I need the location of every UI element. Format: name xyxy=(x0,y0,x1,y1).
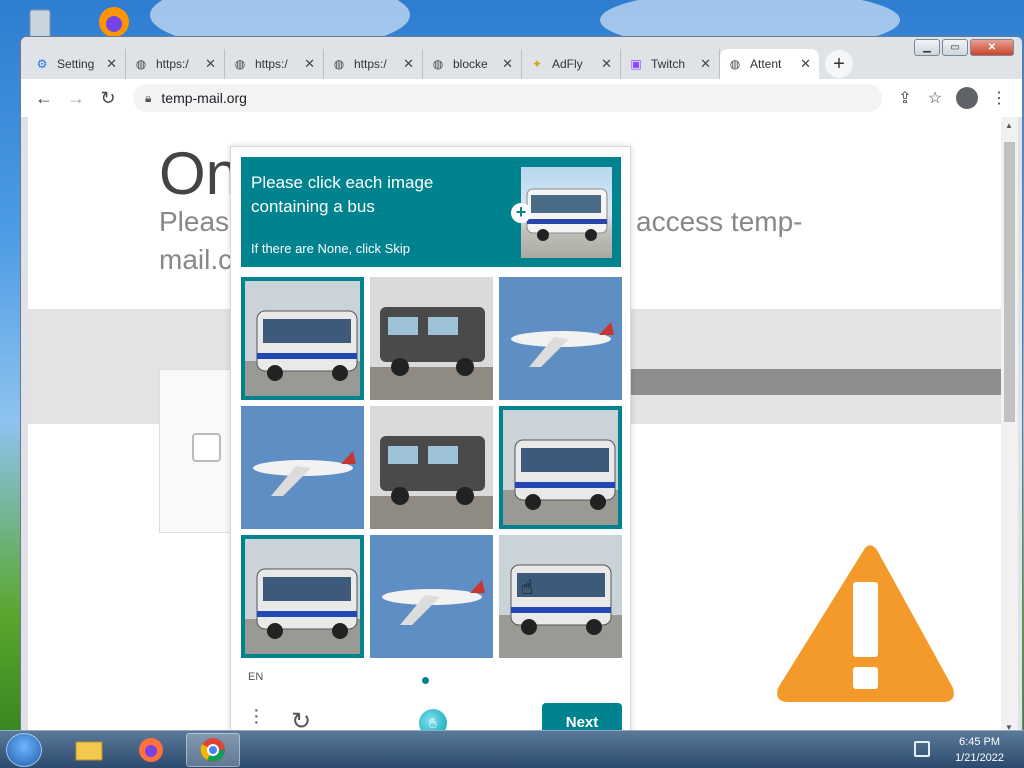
challenge-image-airplane[interactable] xyxy=(499,277,622,400)
tab-label: AdFly xyxy=(552,57,583,71)
tab-close-icon[interactable]: ✕ xyxy=(205,56,216,72)
explorer-taskbar-icon[interactable] xyxy=(62,733,116,767)
tab-close-icon[interactable]: ✕ xyxy=(700,56,711,72)
tab-close-icon[interactable]: ✕ xyxy=(502,56,513,72)
challenge-image-bus[interactable] xyxy=(241,277,364,400)
tab-label: https:/ xyxy=(255,57,288,71)
menu-kebab-icon[interactable]: ⋮ xyxy=(984,83,1014,113)
minimize-button[interactable]: ▁ xyxy=(914,39,940,56)
challenge-image-train[interactable] xyxy=(370,406,493,529)
tab-strip: ⚙ Setting ✕ ◍ https:/ ✕ ◍ https:/ ✕ ◍ https:/ ✕ ◍ blo… xyxy=(27,47,853,79)
system-clock[interactable]: 6:45 PM 1/21/2022 xyxy=(955,734,1004,766)
scroll-thumb[interactable] xyxy=(1004,142,1015,422)
example-bus-image[interactable] xyxy=(521,167,612,258)
clock-time: 6:45 PM xyxy=(959,736,1001,748)
tab-label: Attent xyxy=(750,57,782,71)
page-gray-bar xyxy=(608,369,1001,395)
browser-tab[interactable]: ⚙ Setting ✕ xyxy=(27,49,126,79)
close-window-button[interactable]: ✕ xyxy=(970,39,1014,56)
firefox-desktop-icon[interactable] xyxy=(96,4,132,40)
tab-close-icon[interactable]: ✕ xyxy=(403,56,414,72)
recycle-bin-icon[interactable] xyxy=(22,4,58,40)
browser-tab[interactable]: ✦ AdFly ✕ xyxy=(522,49,621,79)
challenge-image-airplane[interactable] xyxy=(241,406,364,529)
url-text: temp-mail.org xyxy=(161,90,247,106)
page-scrollbar[interactable]: ▲ ▼ xyxy=(1001,117,1018,735)
browser-tab[interactable]: ◍ Attent ✕ xyxy=(720,49,819,79)
menu-dots-icon[interactable]: · · · xyxy=(253,700,260,732)
tab-label: Setting xyxy=(57,57,95,71)
globe-icon: ◍ xyxy=(729,57,741,71)
browser-tab[interactable]: ◍ https:/ ✕ xyxy=(324,49,423,79)
challenge-hint: If there are None, click Skip xyxy=(251,241,410,256)
maximize-button[interactable]: ▭ xyxy=(942,39,968,56)
subtitle-line2: mail.c xyxy=(159,244,233,275)
page-indicator-dot xyxy=(422,677,429,684)
browser-tab[interactable]: ◍ blocke ✕ xyxy=(423,49,522,79)
tab-close-icon[interactable]: ✕ xyxy=(800,56,811,72)
challenge-image-grid xyxy=(241,277,622,658)
challenge-title: Please click each image containing a bus xyxy=(251,173,434,216)
new-tab-button[interactable]: + xyxy=(825,50,853,78)
forward-button[interactable]: → xyxy=(61,83,91,113)
bookmark-star-icon[interactable]: ☆ xyxy=(920,83,950,113)
page-heading: On xyxy=(159,140,240,207)
tab-close-icon[interactable]: ✕ xyxy=(106,56,117,72)
window-controls: ▁ ▭ ✕ xyxy=(914,39,1014,56)
plus-icon[interactable]: + xyxy=(511,203,531,223)
browser-toolbar: ← → ↻ 🔒︎ temp-mail.org ⇪ ☆ ⋮ xyxy=(21,79,1022,117)
tab-close-icon[interactable]: ✕ xyxy=(601,56,612,72)
browser-tab[interactable]: ◍ https:/ ✕ xyxy=(126,49,225,79)
lock-icon: 🔒︎ xyxy=(145,90,152,105)
gear-icon: ⚙ xyxy=(36,57,48,71)
captcha-challenge-modal: Please click each image containing a bus… xyxy=(230,146,631,746)
challenge-image-airplane[interactable] xyxy=(370,535,493,658)
address-bar[interactable]: 🔒︎ temp-mail.org xyxy=(133,84,882,112)
globe-icon: ◍ xyxy=(135,57,147,71)
captcha-checkbox[interactable] xyxy=(192,433,221,462)
globe-icon: ◍ xyxy=(333,57,345,71)
challenge-prompt: Please click each image containing a bus… xyxy=(241,157,621,267)
challenge-image-bus[interactable] xyxy=(241,535,364,658)
adfly-icon: ✦ xyxy=(531,57,543,71)
browser-tab[interactable]: ▣ Twitch ✕ xyxy=(621,49,720,79)
tab-label: blocke xyxy=(453,57,488,71)
tab-close-icon[interactable]: ✕ xyxy=(304,56,315,72)
start-button[interactable] xyxy=(6,733,42,767)
share-icon[interactable]: ⇪ xyxy=(890,83,920,113)
globe-icon: ◍ xyxy=(234,57,246,71)
network-tray-icon[interactable] xyxy=(914,741,930,757)
challenge-image-bus[interactable] xyxy=(499,535,622,658)
scroll-up-icon[interactable]: ▲ xyxy=(1005,121,1013,130)
back-button[interactable]: ← xyxy=(29,83,59,113)
reload-button[interactable]: ↻ xyxy=(93,83,123,113)
firefox-taskbar-icon[interactable] xyxy=(124,733,178,767)
browser-tab[interactable]: ◍ https:/ ✕ xyxy=(225,49,324,79)
subtitle-right: access temp- xyxy=(636,206,803,237)
twitch-icon: ▣ xyxy=(630,57,642,71)
language-selector[interactable]: EN xyxy=(248,671,263,683)
tab-label: Twitch xyxy=(651,57,686,71)
warning-icon xyxy=(777,545,954,702)
taskbar: 6:45 PM 1/21/2022 xyxy=(0,730,1024,768)
tab-label: https:/ xyxy=(354,57,387,71)
challenge-image-bus[interactable] xyxy=(499,406,622,529)
clock-date: 1/21/2022 xyxy=(955,752,1004,764)
profile-avatar[interactable] xyxy=(956,87,978,109)
hand-cursor-icon: ☝︎ xyxy=(521,577,534,599)
globe-icon: ◍ xyxy=(432,57,444,71)
challenge-image-train[interactable] xyxy=(370,277,493,400)
tab-label: https:/ xyxy=(156,57,189,71)
chrome-taskbar-icon[interactable] xyxy=(186,733,240,767)
